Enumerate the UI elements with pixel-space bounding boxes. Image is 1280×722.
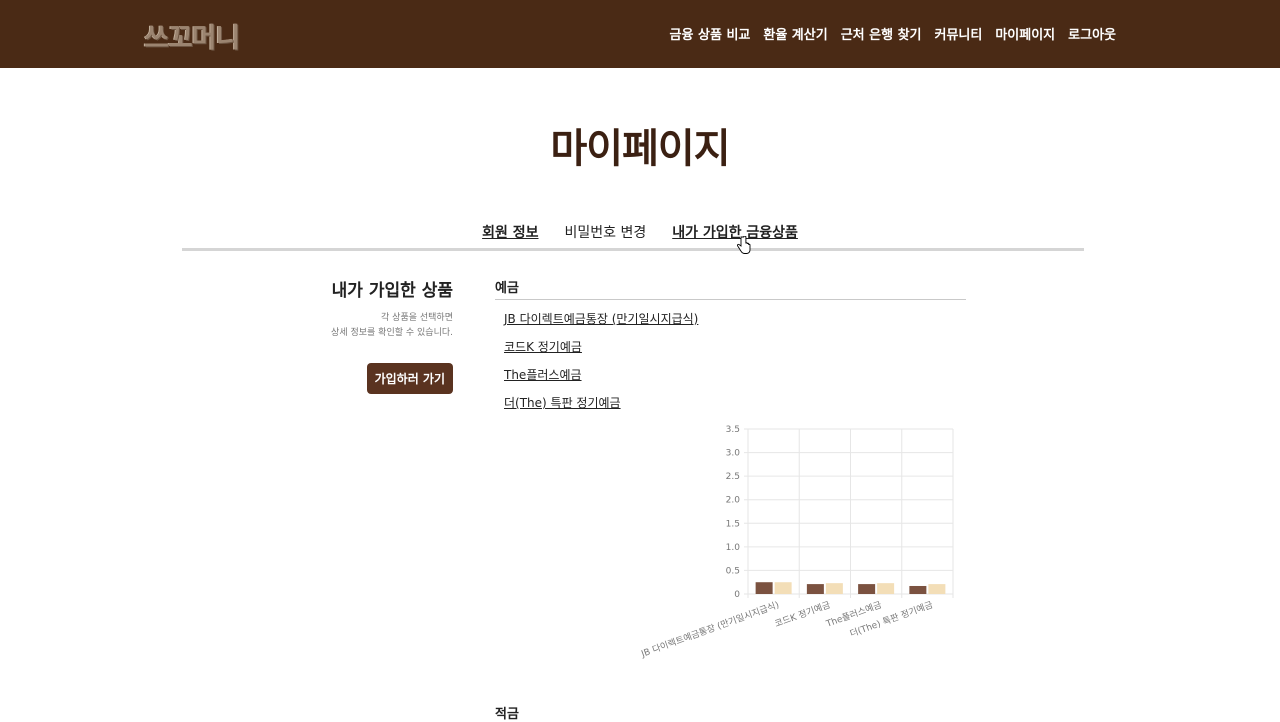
- nav-find-bank[interactable]: 근처 은행 찾기: [841, 24, 922, 43]
- chart-bar: [858, 584, 876, 594]
- site-logo[interactable]: 쓰꼬머니: [144, 16, 240, 55]
- deposit-section-title: 예금: [495, 281, 519, 296]
- y-tick-label: 0.5: [726, 566, 740, 576]
- sidebar-desc-line: 상세 정보를 확인할 수 있습니다.: [331, 328, 453, 338]
- deposit-rate-chart: 0 0.5 1.0 1.5 2.0 2.5 3.0 3.5 JB 다이렉트예금통장 (만기일시지…: [639, 425, 954, 660]
- top-navbar: 쓰꼬머니 금융 상품 비교 환율 계산기 근처 은행 찾기 커뮤니티 마이페이지…: [0, 0, 1280, 68]
- main-nav: 금융 상품 비교 환율 계산기 근처 은행 찾기 커뮤니티 마이페이지 로그아웃: [670, 24, 1116, 43]
- x-tick-label: 더(The) 특판 정기예금: [848, 599, 934, 639]
- nav-logout[interactable]: 로그아웃: [1068, 24, 1116, 43]
- chart-bar: [928, 584, 946, 594]
- y-tick-label: 3.5: [726, 425, 740, 435]
- product-link[interactable]: JB 다이렉트예금통장 (만기일시지급식): [504, 311, 698, 339]
- chart-bar: [877, 583, 895, 594]
- chart-bar: [806, 584, 824, 594]
- chart-bar: [755, 582, 773, 594]
- sidebar-title: 내가 가입한 상품: [331, 281, 453, 301]
- join-products-button[interactable]: 가입하러 가기: [366, 363, 453, 394]
- page-title: 마이페이지: [550, 126, 731, 172]
- chart-bar: [774, 582, 792, 594]
- y-tick-label: 2.0: [726, 496, 741, 506]
- product-link[interactable]: The플러스예금: [504, 367, 698, 395]
- product-link[interactable]: 더(The) 특판 정기예금: [504, 395, 698, 423]
- sidebar-description: 각 상품을 선택하면 상세 정보를 확인할 수 있습니다.: [282, 311, 453, 341]
- nav-product-compare[interactable]: 금융 상품 비교: [670, 24, 751, 43]
- tab-member-info[interactable]: 회원 정보: [482, 222, 538, 242]
- hand-cursor-icon: [737, 236, 751, 254]
- chart-bar: [909, 585, 927, 594]
- chart-bar: [825, 583, 843, 594]
- y-tick-label: 2.5: [726, 472, 740, 482]
- deposit-product-list: JB 다이렉트예금통장 (만기일시지급식) 코드K 정기예금 The플러스예금 …: [504, 311, 698, 423]
- tab-change-password[interactable]: 비밀번호 변경: [565, 222, 647, 242]
- tab-divider: [182, 248, 1084, 251]
- savings-section-title: 적금: [495, 707, 519, 722]
- mypage-tabs: 회원 정보 비밀번호 변경 내가 가입한 금융상품: [0, 222, 1280, 242]
- nav-community[interactable]: 커뮤니티: [935, 24, 983, 43]
- product-link[interactable]: 코드K 정기예금: [504, 339, 698, 367]
- y-tick-label: 1.5: [726, 519, 740, 529]
- y-tick-label: 1.0: [726, 543, 741, 553]
- y-tick-label: 3.0: [726, 449, 741, 459]
- y-tick-label: 0: [734, 590, 740, 600]
- tab-my-products[interactable]: 내가 가입한 금융상품: [672, 222, 798, 242]
- nav-exchange-calculator[interactable]: 환율 계산기: [763, 24, 827, 43]
- section-divider: [495, 299, 966, 300]
- sidebar-desc-line: 각 상품을 선택하면: [381, 313, 453, 323]
- x-tick-label: 코드K 정기예금: [773, 599, 832, 629]
- sidebar: 내가 가입한 상품 각 상품을 선택하면 상세 정보를 확인할 수 있습니다. …: [282, 276, 453, 394]
- nav-mypage[interactable]: 마이페이지: [995, 24, 1055, 43]
- x-tick-label: JB 다이렉트예금통장 (만기일시지급식): [639, 599, 781, 660]
